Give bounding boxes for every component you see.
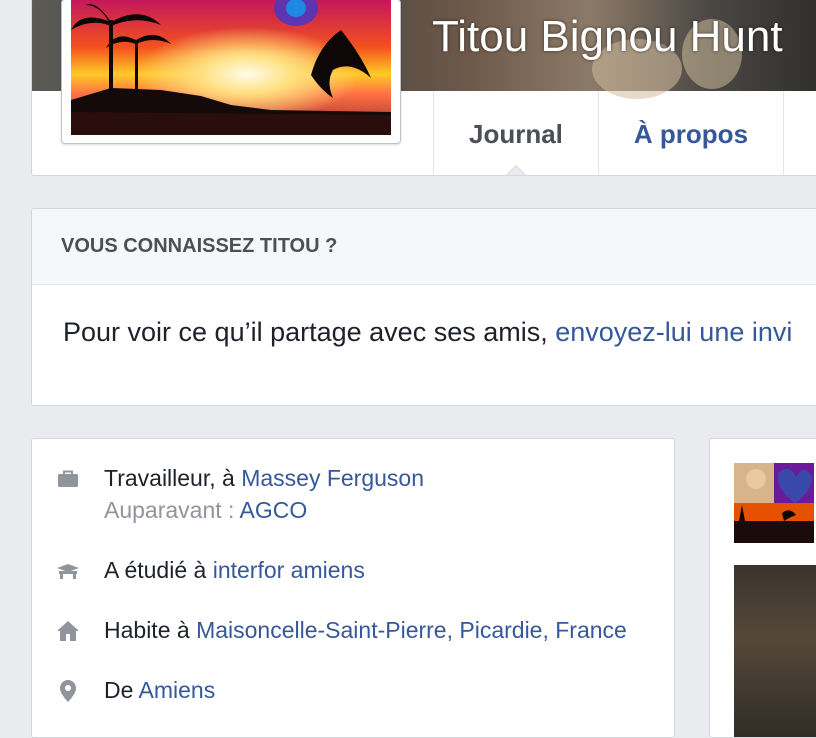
profile-picture[interactable] [61,0,401,144]
photo-thumbnail-2[interactable] [734,565,816,737]
intro-card: Travailleur, à Massey Ferguson Auparavan… [31,438,675,738]
photo-collage-image [734,463,814,543]
tab-more[interactable] [783,91,816,175]
work-entry: Travailleur, à Massey Ferguson [104,462,424,494]
profile-header: Titou Bignou Hunt Journal À propos [31,0,816,176]
hometown-entry: De Amiens [104,674,215,706]
active-tab-indicator [502,165,529,175]
share-explanation: Pour voir ce qu’il partage avec ses amis… [63,317,556,347]
profile-name[interactable]: Titou Bignou Hunt [432,12,783,62]
previous-work-entry: Auparavant : AGCO [104,494,307,526]
tab-about[interactable]: À propos [597,91,783,175]
education-entry: A étudié à interfor amiens [104,554,365,586]
know-person-card: VOUS CONNAISSEZ TITOU ? Pour voir ce qu’… [31,208,816,406]
photo-thumbnail[interactable] [734,463,814,543]
previous-work-prefix: Auparavant : [104,497,240,523]
know-person-heading: VOUS CONNAISSEZ TITOU ? [32,209,816,285]
home-entry: Habite à Maisoncelle-Saint-Pierre, Picar… [104,614,627,646]
map-pin-icon [60,680,76,702]
hometown-prefix: De [104,677,139,703]
photos-card [709,438,816,738]
tab-journal[interactable]: Journal [433,91,598,175]
school-link[interactable]: interfor amiens [213,557,365,583]
tab-journal-label: Journal [469,118,563,149]
briefcase-icon [58,470,78,487]
work-prefix: Travailleur, à [104,465,242,491]
education-prefix: A étudié à [104,557,213,583]
graduation-cap-icon [57,564,79,579]
profile-tabs: Journal À propos [433,91,816,175]
tab-about-label: À propos [633,118,749,149]
know-person-text: Pour voir ce qu’il partage avec ses amis… [32,285,816,348]
home-prefix: Habite à [104,617,197,643]
sunset-dolphin-image [71,0,391,135]
employer-link[interactable]: Massey Ferguson [241,465,424,491]
hometown-link[interactable]: Amiens [139,677,216,703]
current-city-link[interactable]: Maisoncelle-Saint-Pierre, Picardie, Fran… [196,617,627,643]
house-icon [57,621,79,641]
send-friend-request-link[interactable]: envoyez-lui une invi [555,317,792,347]
previous-employer-link[interactable]: AGCO [240,497,308,523]
